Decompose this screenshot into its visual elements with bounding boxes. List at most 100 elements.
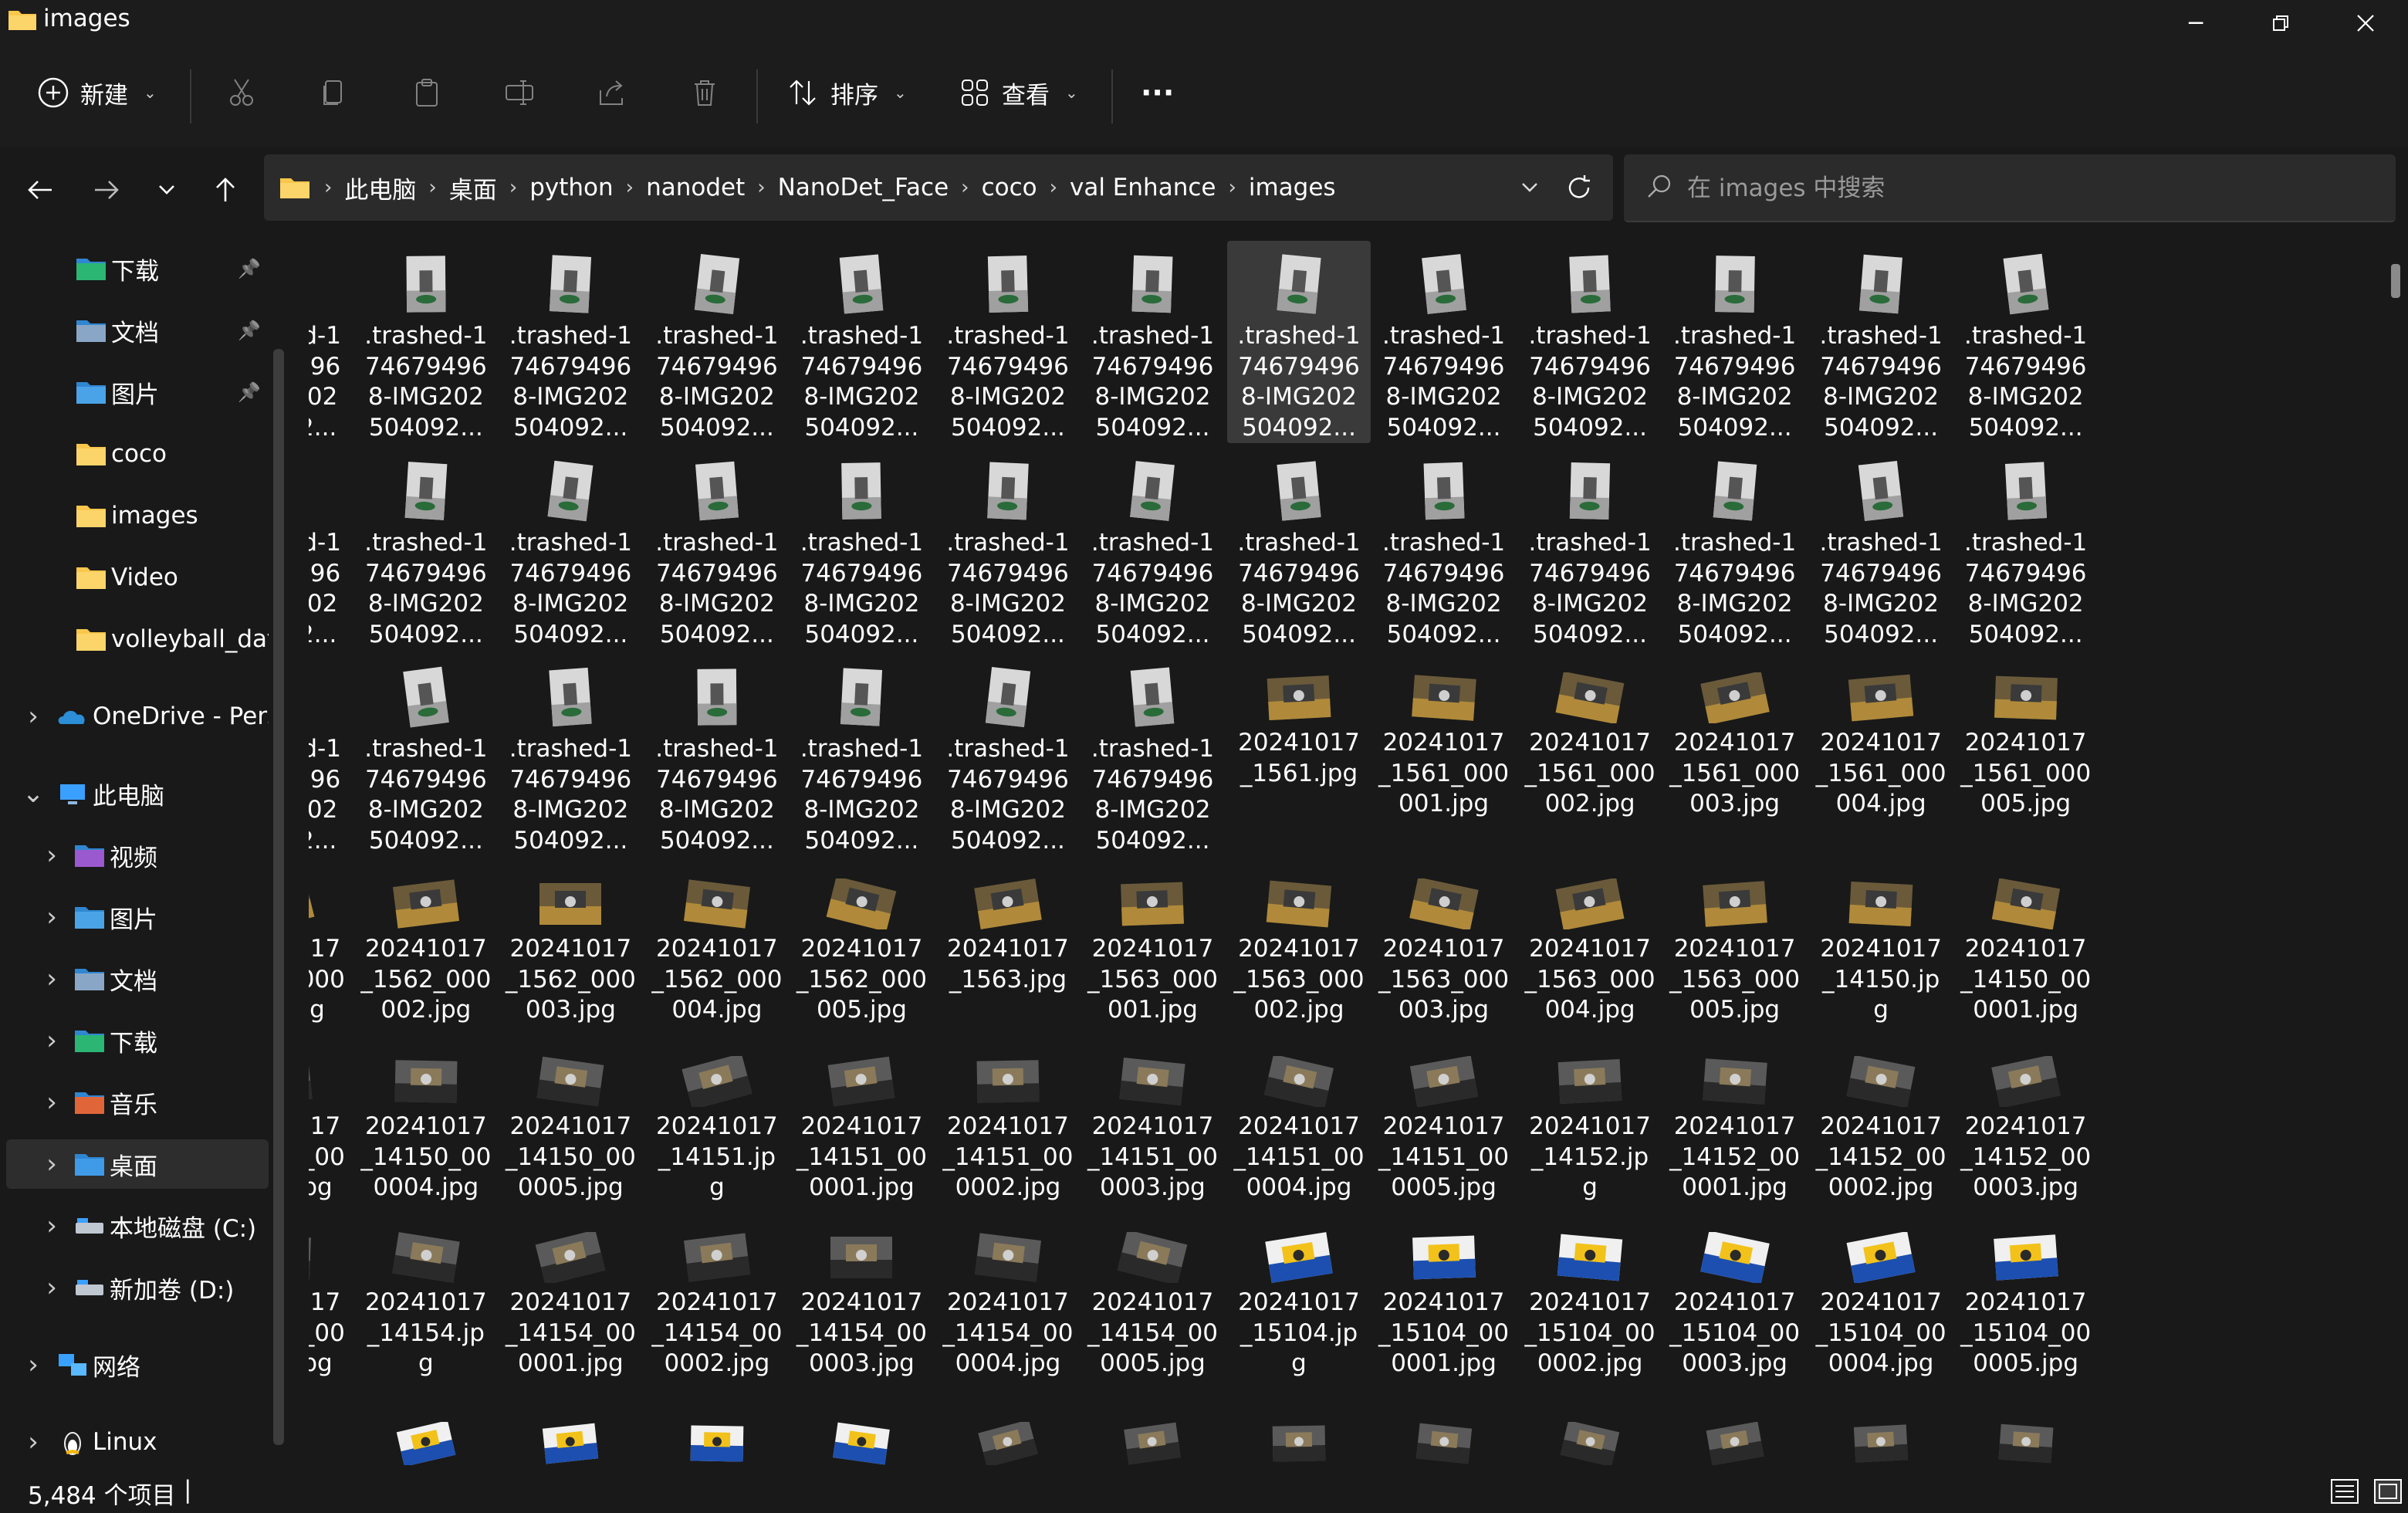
rename-button[interactable] xyxy=(503,63,536,122)
file-item[interactable]: 20241017 _14152_00 0003.jpg xyxy=(1954,1037,2098,1212)
sidebar-item-linux[interactable]: › Linux xyxy=(6,1417,269,1467)
sidebar-item-5[interactable]: images xyxy=(6,491,269,540)
file-item[interactable]: .trashed-1746794968-IMG202504092... xyxy=(790,241,933,443)
file-item[interactable] xyxy=(354,1403,498,1465)
sidebar-item-2[interactable]: 文档 📌 xyxy=(6,306,269,355)
file-item[interactable]: .trashed-1746794968-IMG202504092... xyxy=(1372,241,1516,443)
file-item[interactable]: 20241017 _14151_00 0003.jpg xyxy=(1081,1037,1224,1212)
chevron-right-icon[interactable]: › xyxy=(40,1087,63,1118)
chevron-right-icon[interactable]: › xyxy=(40,902,63,933)
sidebar-item-pc-8[interactable]: › 新加卷 (D:) xyxy=(6,1263,269,1312)
file-item[interactable]: 20241017 _1561_000 004.jpg xyxy=(1809,654,1953,856)
file-item[interactable]: .trashed-1746794968-IMG202504092... xyxy=(354,241,498,443)
file-item[interactable]: 20241017 _1563_000 001.jpg xyxy=(1081,860,1224,1034)
file-item[interactable]: 20241017 _14152.jp g xyxy=(1518,1037,1662,1212)
breadcrumb-desktop[interactable]: 桌面 xyxy=(443,171,503,205)
sidebar-item-4[interactable]: coco xyxy=(6,429,269,479)
file-item[interactable]: .trashed-1746794968-IMG202504092... xyxy=(309,448,351,650)
file-item[interactable]: 20241017 _14150_00 0001.jpg xyxy=(1954,860,2098,1034)
file-item[interactable] xyxy=(1954,1403,2098,1465)
file-item[interactable]: .trashed-1746794968-IMG202504092... xyxy=(309,654,351,856)
breadcrumb-images[interactable]: images xyxy=(1243,174,1342,201)
sidebar-item-6[interactable]: Video xyxy=(6,553,269,602)
chevron-right-icon[interactable]: › xyxy=(40,1149,63,1180)
file-item[interactable]: 20241017 _1563_000 003.jpg xyxy=(1372,860,1516,1034)
file-item[interactable] xyxy=(1372,1403,1516,1465)
file-item[interactable] xyxy=(645,1403,789,1465)
file-item[interactable]: 20241017 _14154_00 0003.jpg xyxy=(790,1213,933,1388)
delete-button[interactable] xyxy=(688,63,721,122)
file-item[interactable]: 20241017 _15104_00 0002.jpg xyxy=(1518,1213,1662,1388)
file-item[interactable]: .trashed-1746794968-IMG202504092... xyxy=(936,654,1080,856)
file-item[interactable]: 20241017 _1562_000 002.jpg xyxy=(354,860,498,1034)
file-item[interactable]: 20241017_1562_000001.jpg xyxy=(309,860,351,1034)
file-item[interactable]: .trashed-1746794968-IMG202504092... xyxy=(1081,448,1224,650)
file-item[interactable]: .trashed-1746794968-IMG202504092... xyxy=(1518,448,1662,650)
file-item[interactable]: 20241017 _14150_00 0004.jpg xyxy=(354,1037,498,1212)
file-item[interactable]: .trashed-1746794968-IMG202504092... xyxy=(645,654,789,856)
file-item[interactable]: .trashed-1746794968-IMG202504092... xyxy=(354,654,498,856)
sidebar-item-network[interactable]: › 网络 xyxy=(6,1340,269,1389)
cut-button[interactable] xyxy=(225,63,258,122)
file-item[interactable]: .trashed-1746794968-IMG202504092... xyxy=(1954,241,2098,443)
file-item[interactable]: .trashed-1746794968-IMG202504092... xyxy=(1518,241,1662,443)
chevron-right-icon[interactable]: › xyxy=(40,1272,63,1303)
file-item[interactable] xyxy=(309,1403,351,1465)
file-item[interactable]: 20241017 _1561_000 002.jpg xyxy=(1518,654,1662,856)
chevron-right-icon[interactable]: › xyxy=(40,1210,63,1241)
sidebar-item-7[interactable]: volleyball_data xyxy=(6,614,269,664)
file-item[interactable]: 20241017 _14151.jp g xyxy=(645,1037,789,1212)
sidebar-item-pc-3[interactable]: › 文档 xyxy=(6,954,269,1004)
breadcrumb-python[interactable]: python xyxy=(523,174,619,201)
address-bar[interactable]: › 此电脑 › 桌面 › python › nanodet › NanoDet_… xyxy=(264,154,1613,221)
file-item[interactable] xyxy=(1081,1403,1224,1465)
file-item[interactable]: .trashed-1746794968-IMG202504092... xyxy=(936,241,1080,443)
file-item[interactable]: 20241017 _14152_00 0001.jpg xyxy=(1663,1037,1807,1212)
details-view-icon[interactable] xyxy=(2329,1476,2360,1507)
file-item[interactable]: .trashed-1746794968-IMG202504092... xyxy=(499,448,642,650)
file-item[interactable] xyxy=(1809,1403,1953,1465)
file-item[interactable]: .trashed-1746794968-IMG202504092... xyxy=(309,241,351,443)
file-item[interactable]: .trashed-1746794968-IMG202504092... xyxy=(1809,241,1953,443)
sidebar-item-pc-5[interactable]: › 音乐 xyxy=(6,1078,269,1127)
more-options-button[interactable]: ··· xyxy=(1141,63,1174,122)
up-button[interactable] xyxy=(202,167,249,213)
file-item[interactable]: .trashed-1746794968-IMG202504092... xyxy=(1954,448,2098,650)
breadcrumb-this-pc[interactable]: 此电脑 xyxy=(338,171,422,205)
file-item[interactable]: .trashed-1746794968-IMG202504092... xyxy=(499,654,642,856)
file-item[interactable]: 20241017 _15104_00 0003.jpg xyxy=(1663,1213,1807,1388)
sidebar-item-pc-2[interactable]: › 图片 xyxy=(6,892,269,942)
file-item[interactable]: 20241017 _14154.jp g xyxy=(354,1213,498,1388)
sort-button[interactable]: 排序 ⌄ xyxy=(787,63,907,122)
file-item[interactable]: 20241017 _1563_000 005.jpg xyxy=(1663,860,1807,1034)
file-item[interactable]: 20241017 _1562_000 005.jpg xyxy=(790,860,933,1034)
search-box[interactable] xyxy=(1624,154,2396,222)
file-item[interactable]: 20241017 _1562_000 003.jpg xyxy=(499,860,642,1034)
forward-button[interactable] xyxy=(83,167,130,213)
tiles-view-icon[interactable] xyxy=(2372,1476,2403,1507)
view-button[interactable]: 查看 ⌄ xyxy=(959,63,1078,122)
chevron-right-icon[interactable]: › xyxy=(40,840,63,871)
chevron-right-icon[interactable]: › xyxy=(22,701,45,732)
file-item[interactable]: 20241017 _1561_000 001.jpg xyxy=(1372,654,1516,856)
file-item[interactable]: 20241017 _14154_00 0004.jpg xyxy=(936,1213,1080,1388)
file-item[interactable]: 20241017 _1563_000 002.jpg xyxy=(1227,860,1371,1034)
sidebar-item-pc-6[interactable]: › 桌面 xyxy=(6,1139,269,1189)
file-item[interactable] xyxy=(1518,1403,1662,1465)
minimize-button[interactable]: ─ xyxy=(2153,0,2238,46)
file-item[interactable]: 20241017 _14151_00 0002.jpg xyxy=(936,1037,1080,1212)
file-item[interactable]: 20241017 _14154_00 0005.jpg xyxy=(1081,1213,1224,1388)
file-item[interactable]: 20241017 _1561_000 003.jpg xyxy=(1663,654,1807,856)
file-item[interactable]: 20241017 _1563.jpg xyxy=(936,860,1080,1034)
breadcrumb-val-enhance[interactable]: val Enhance xyxy=(1064,174,1222,201)
share-button[interactable] xyxy=(596,63,628,122)
paste-button[interactable] xyxy=(411,63,443,122)
breadcrumb-coco[interactable]: coco xyxy=(976,174,1043,201)
file-item[interactable]: 20241017 _15104_00 0004.jpg xyxy=(1809,1213,1953,1388)
file-item[interactable]: 20241017 _1561_000 005.jpg xyxy=(1954,654,2098,856)
file-item[interactable]: 20241017 _14154_00 0001.jpg xyxy=(499,1213,642,1388)
file-item[interactable]: 20241017 _14151_00 0004.jpg xyxy=(1227,1037,1371,1212)
chevron-right-icon[interactable]: › xyxy=(22,1349,45,1380)
file-item[interactable]: .trashed-1746794968-IMG202504092... xyxy=(1227,448,1371,650)
new-button[interactable]: 新建 ⌄ xyxy=(37,63,157,122)
